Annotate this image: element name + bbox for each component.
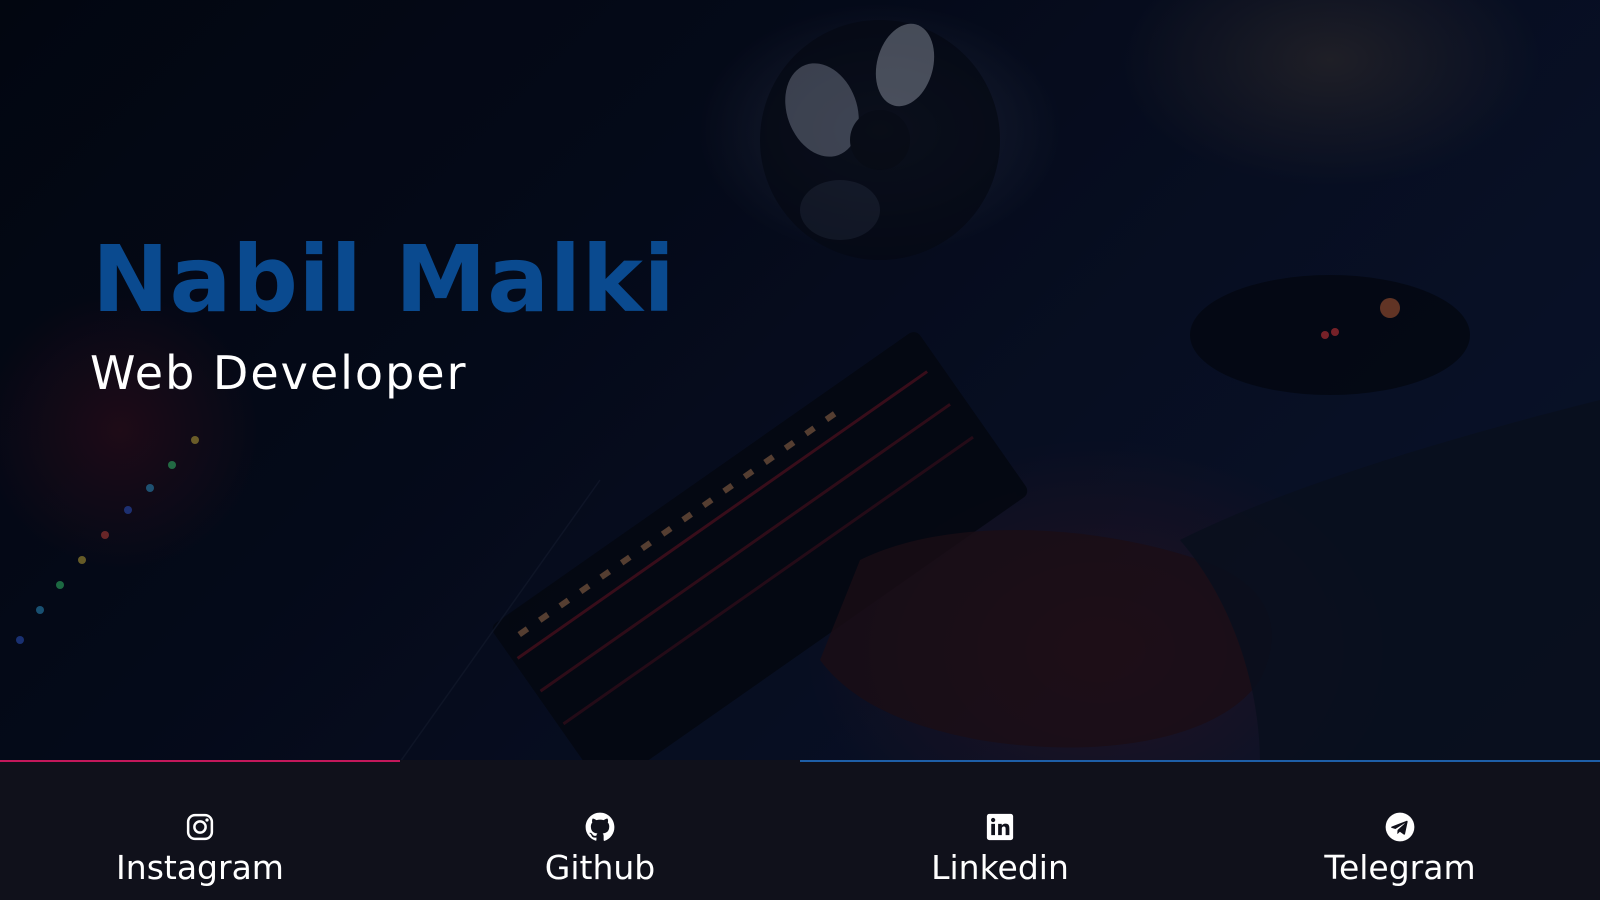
linkedin-label: Linkedin xyxy=(931,848,1069,887)
instagram-icon xyxy=(186,813,214,841)
instagram-link[interactable]: Instagram xyxy=(0,760,400,900)
accent-line-blue xyxy=(800,760,1600,762)
linkedin-link[interactable]: Linkedin xyxy=(800,760,1200,900)
instagram-label: Instagram xyxy=(116,848,284,887)
subtitle-role: Web Developer xyxy=(90,346,468,400)
github-icon xyxy=(585,812,615,841)
telegram-label: Telegram xyxy=(1324,848,1476,887)
accent-line-red xyxy=(0,760,400,762)
telegram-icon xyxy=(1385,812,1415,842)
hero-section: Nabil Malki Web Developer xyxy=(0,0,1600,762)
hero-text: Nabil Malki Web Developer xyxy=(90,225,676,401)
page-title: Nabil Malki xyxy=(92,226,676,333)
social-links-bar: Instagram Github Linkedin Telegram xyxy=(0,760,1600,900)
telegram-link[interactable]: Telegram xyxy=(1200,760,1600,900)
linkedin-icon xyxy=(986,813,1014,841)
github-link[interactable]: Github xyxy=(400,760,800,900)
github-label: Github xyxy=(544,848,656,887)
